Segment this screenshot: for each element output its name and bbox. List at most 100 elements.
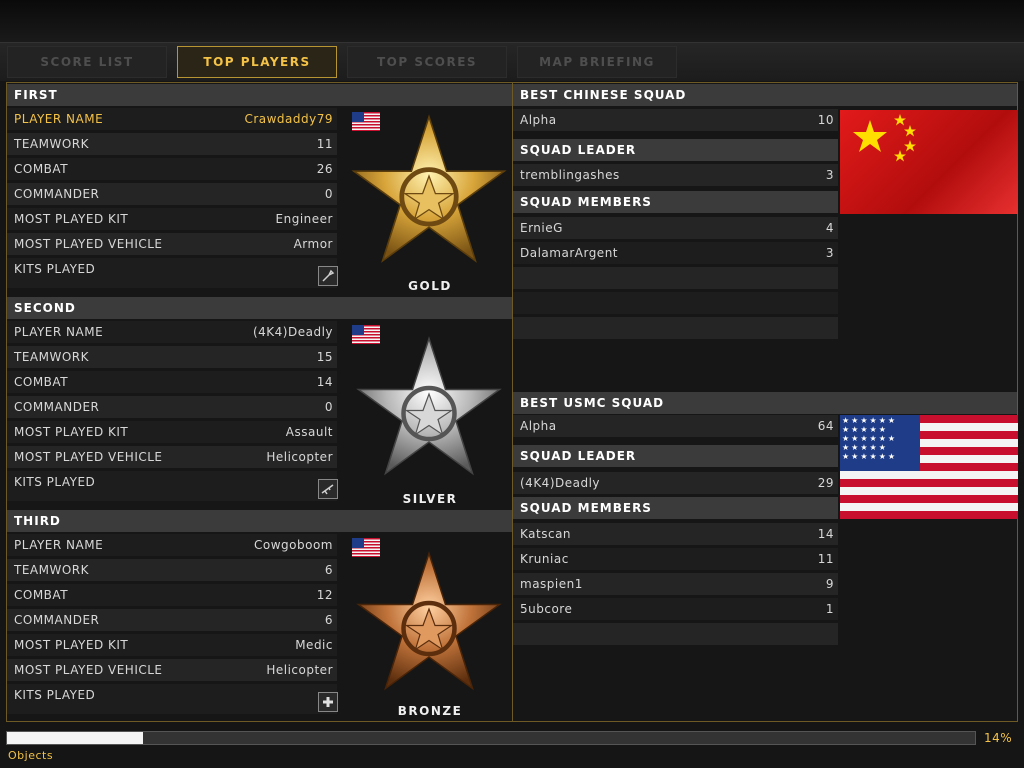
player-name-label: PLAYER NAME xyxy=(14,325,104,339)
loading-progress-fill xyxy=(7,732,143,744)
combat-value: 14 xyxy=(316,375,333,389)
silver-medal-label: SILVER xyxy=(402,492,458,506)
kit-label: MOST PLAYED KIT xyxy=(14,212,129,226)
rank-header-third: THIRD xyxy=(7,510,512,532)
squad-member-row[interactable]: Katscan 14 xyxy=(513,523,838,545)
squad-leader-score: 29 xyxy=(817,476,834,490)
tab-top-players[interactable]: TOP PLAYERS xyxy=(177,46,337,78)
member-name: DalamarArgent xyxy=(520,246,618,260)
player-name-label: PLAYER NAME xyxy=(14,538,104,552)
bronze-medal-star-icon xyxy=(356,551,502,691)
squad-leader-header: SQUAD LEADER xyxy=(513,139,838,161)
squad-leader-name: tremblingashes xyxy=(520,168,620,182)
empty-row xyxy=(513,317,838,339)
combat-row: COMBAT 26 xyxy=(7,158,337,180)
member-name: Katscan xyxy=(520,527,572,541)
vehicle-row: MOST PLAYED VEHICLE Helicopter xyxy=(7,659,337,681)
combat-label: COMBAT xyxy=(14,375,69,389)
tab-score-list[interactable]: SCORE LIST xyxy=(7,46,167,78)
kits-played-row: KITS PLAYED xyxy=(7,258,337,288)
vehicle-value: Helicopter xyxy=(266,450,333,464)
empty-row xyxy=(513,623,838,645)
vehicle-row: MOST PLAYED VEHICLE Helicopter xyxy=(7,446,337,468)
tab-top-scores[interactable]: TOP SCORES xyxy=(347,46,507,78)
squad-member-row[interactable]: maspien1 9 xyxy=(513,573,838,595)
teamwork-row: TEAMWORK 11 xyxy=(7,133,337,155)
vehicle-value: Armor xyxy=(293,237,333,251)
kit-label: MOST PLAYED KIT xyxy=(14,425,129,439)
squad-member-row[interactable]: 5ubcore 1 xyxy=(513,598,838,620)
squad-leader-row[interactable]: (4K4)Deadly 29 xyxy=(513,472,838,494)
member-score: 3 xyxy=(825,246,834,260)
kits-played-label: KITS PLAYED xyxy=(14,688,96,702)
tab-map-briefing[interactable]: MAP BRIEFING xyxy=(517,46,677,78)
teamwork-label: TEAMWORK xyxy=(14,350,89,364)
loading-percent: 14% xyxy=(984,731,1013,745)
squad-leader-score: 3 xyxy=(825,168,834,182)
kit-row: MOST PLAYED KIT Assault xyxy=(7,421,337,443)
china-flag xyxy=(840,110,1018,214)
member-score: 9 xyxy=(825,577,834,591)
player-name-label: PLAYER NAME xyxy=(14,112,104,126)
squad-name-row: Alpha 64 xyxy=(513,415,838,437)
empty-row xyxy=(513,267,838,289)
member-score: 1 xyxy=(825,602,834,616)
usa-flag: ★★★★★★ ★★★★★ ★★★★★★ ★★★★★ ★★★★★★ xyxy=(840,415,1018,519)
member-name: ErnieG xyxy=(520,221,563,235)
combat-label: COMBAT xyxy=(14,588,69,602)
player-name-row[interactable]: PLAYER NAME (4K4)Deadly xyxy=(7,321,337,343)
wrench-icon[interactable] xyxy=(318,266,338,286)
bronze-medal-label: BRONZE xyxy=(397,704,463,718)
member-score: 14 xyxy=(817,527,834,541)
commander-value: 6 xyxy=(324,613,333,627)
combat-value: 12 xyxy=(316,588,333,602)
member-score: 11 xyxy=(817,552,834,566)
tab-bar: SCORE LIST TOP PLAYERS TOP SCORES MAP BR… xyxy=(0,42,1024,81)
teamwork-value: 6 xyxy=(324,563,333,577)
squad-leader-header: SQUAD LEADER xyxy=(513,445,838,467)
vehicle-row: MOST PLAYED VEHICLE Armor xyxy=(7,233,337,255)
chinese-squad-header: BEST CHINESE SQUAD xyxy=(513,84,1017,106)
kits-played-row: KITS PLAYED xyxy=(7,684,337,714)
teamwork-value: 11 xyxy=(316,137,333,151)
combat-row: COMBAT 12 xyxy=(7,584,337,606)
commander-row: COMMANDER 0 xyxy=(7,396,337,418)
member-name: 5ubcore xyxy=(520,602,573,616)
squad-members-header: SQUAD MEMBERS xyxy=(513,191,838,213)
kits-played-label: KITS PLAYED xyxy=(14,262,96,276)
player-name-value: (4K4)Deadly xyxy=(252,325,333,339)
kit-value: Engineer xyxy=(275,212,333,226)
kit-row: MOST PLAYED KIT Medic xyxy=(7,634,337,656)
medic-cross-icon[interactable] xyxy=(318,692,338,712)
rank-header-second: SECOND xyxy=(7,297,512,319)
vehicle-value: Helicopter xyxy=(266,663,333,677)
commander-row: COMMANDER 0 xyxy=(7,183,337,205)
silver-medal-star-icon xyxy=(356,336,502,476)
loading-progress-bar xyxy=(6,731,976,745)
commander-label: COMMANDER xyxy=(14,400,100,414)
teamwork-label: TEAMWORK xyxy=(14,563,89,577)
kit-value: Assault xyxy=(285,425,333,439)
squad-member-row[interactable]: DalamarArgent 3 xyxy=(513,242,838,264)
squad-member-row[interactable]: ErnieG 4 xyxy=(513,217,838,239)
rank-header-first: FIRST xyxy=(7,84,512,106)
squad-member-row[interactable]: Kruniac 11 xyxy=(513,548,838,570)
rifle-icon[interactable] xyxy=(318,479,338,499)
vehicle-label: MOST PLAYED VEHICLE xyxy=(14,450,163,464)
squad-score: 64 xyxy=(817,419,834,433)
member-name: Kruniac xyxy=(520,552,569,566)
squad-name: Alpha xyxy=(520,419,557,433)
vehicle-label: MOST PLAYED VEHICLE xyxy=(14,237,163,251)
player-name-row[interactable]: PLAYER NAME Crawdaddy79 xyxy=(7,108,337,130)
squad-name: Alpha xyxy=(520,113,557,127)
combat-value: 26 xyxy=(316,162,333,176)
commander-value: 0 xyxy=(324,400,333,414)
top-bar xyxy=(0,0,1024,42)
player-name-row[interactable]: PLAYER NAME Cowgoboom xyxy=(7,534,337,556)
vehicle-label: MOST PLAYED VEHICLE xyxy=(14,663,163,677)
squad-leader-name: (4K4)Deadly xyxy=(520,476,601,490)
commander-label: COMMANDER xyxy=(14,613,100,627)
teamwork-row: TEAMWORK 15 xyxy=(7,346,337,368)
squad-leader-row[interactable]: tremblingashes 3 xyxy=(513,164,838,186)
player-name-value: Crawdaddy79 xyxy=(244,112,333,126)
